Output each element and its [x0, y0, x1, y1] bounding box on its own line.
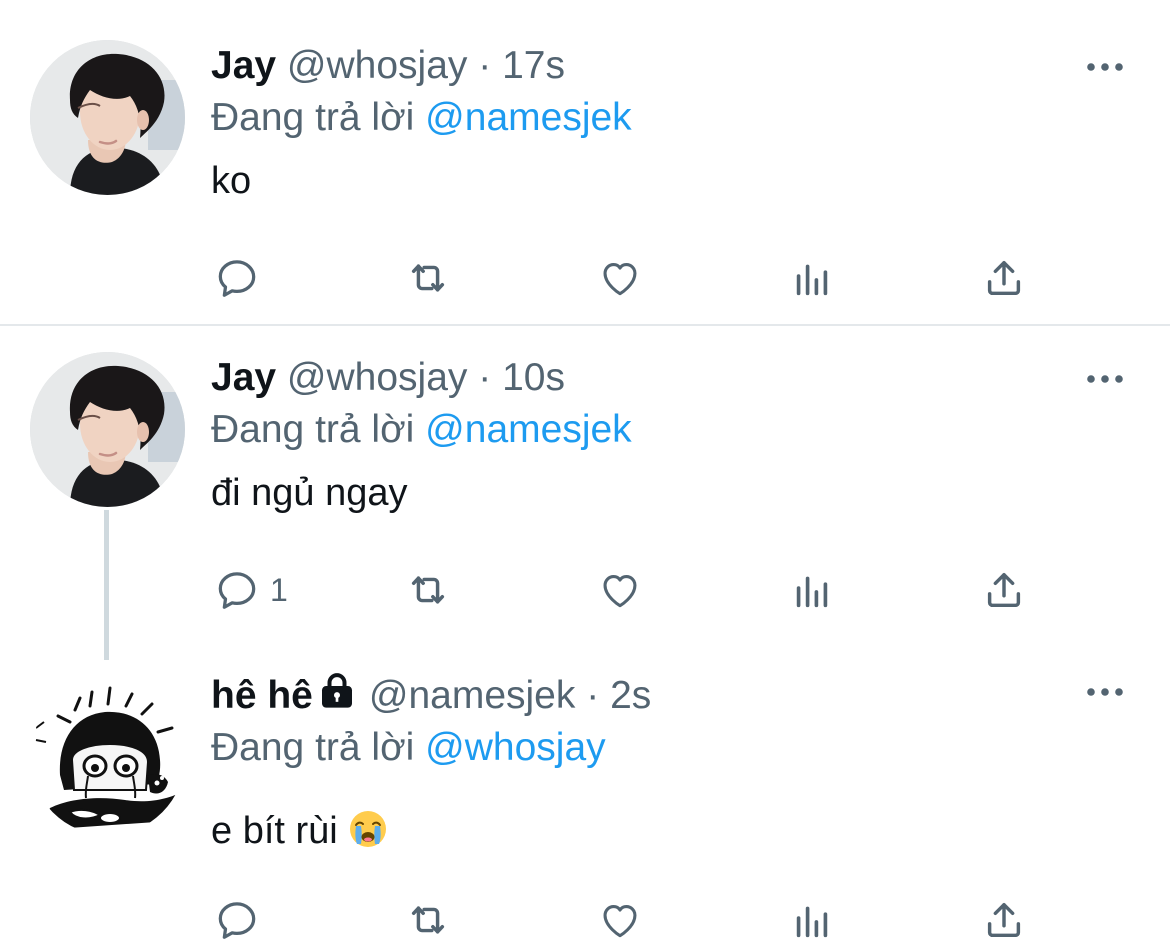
lock-icon — [317, 671, 357, 711]
avatar[interactable] — [30, 680, 185, 835]
like-button[interactable] — [597, 565, 643, 615]
share-upload-icon — [981, 897, 1027, 943]
like-button[interactable] — [597, 253, 643, 303]
tweet-text: e bít rùi — [211, 810, 338, 852]
loudly-crying-face-icon — [348, 809, 388, 849]
heart-icon — [597, 897, 643, 943]
tweet-text-row: e bít rùi — [211, 806, 1130, 856]
reply-to-link[interactable]: @namesjek — [425, 408, 632, 451]
manga-avatar-icon — [30, 680, 185, 835]
bar-chart-icon — [789, 255, 835, 301]
retweet-icon — [405, 897, 451, 943]
views-button[interactable] — [789, 253, 835, 303]
separator-dot: · — [478, 356, 492, 399]
separator-dot: · — [586, 674, 600, 717]
tweet-text: đi ngủ ngay — [211, 472, 408, 514]
reply-count: 1 — [270, 571, 288, 608]
tweet-header: Jay @whosjay · 10s — [211, 352, 1130, 404]
profile-photo-icon — [30, 352, 185, 507]
share-button[interactable] — [981, 253, 1027, 303]
tweet-text: ko — [211, 160, 252, 202]
tweet-2[interactable]: Jay @whosjay · 10s Đang trả lời @namesje… — [0, 328, 1170, 660]
tweet-actions — [0, 253, 1170, 303]
share-upload-icon — [981, 255, 1027, 301]
display-name[interactable]: hê hê — [211, 674, 313, 717]
display-name[interactable]: Jay — [211, 44, 276, 87]
reply-prefix: Đang trả lời — [211, 408, 415, 451]
user-handle[interactable]: @whosjay — [287, 44, 468, 87]
like-button[interactable] — [597, 895, 643, 945]
speech-bubble-icon — [214, 255, 260, 301]
speech-bubble-icon — [214, 567, 260, 613]
display-name[interactable]: Jay — [211, 356, 276, 399]
reply-button[interactable] — [214, 895, 270, 945]
avatar[interactable] — [30, 352, 185, 507]
reply-prefix: Đang trả lời — [211, 726, 415, 769]
separator-dot: · — [478, 44, 492, 87]
timestamp[interactable]: 17s — [502, 44, 565, 87]
tweet-1[interactable]: Jay @whosjay · 17s Đang trả lời @namesje… — [0, 0, 1170, 326]
heart-icon — [597, 567, 643, 613]
retweet-button[interactable] — [405, 565, 451, 615]
views-button[interactable] — [789, 565, 835, 615]
tweet-3[interactable]: hê hê @namesjek · 2s Đang trả lời @whosja… — [0, 660, 1170, 950]
bar-chart-icon — [789, 897, 835, 943]
share-button[interactable] — [981, 895, 1027, 945]
replying-to: Đang trả lời @whosjay — [211, 722, 1130, 774]
profile-photo-icon — [30, 40, 185, 195]
tweet-header: hê hê @namesjek · 2s — [211, 670, 1130, 722]
tweet-divider — [0, 324, 1170, 326]
reply-button[interactable] — [214, 253, 270, 303]
retweet-button[interactable] — [405, 895, 451, 945]
share-button[interactable] — [981, 565, 1027, 615]
retweet-icon — [405, 255, 451, 301]
reply-to-link[interactable]: @whosjay — [425, 726, 606, 769]
tweet-actions — [0, 895, 1170, 945]
reply-to-link[interactable]: @namesjek — [425, 96, 632, 139]
retweet-button[interactable] — [405, 253, 451, 303]
reply-button[interactable]: 1 — [214, 565, 288, 615]
user-handle[interactable]: @namesjek — [369, 674, 576, 717]
timestamp[interactable]: 2s — [610, 674, 651, 717]
replying-to: Đang trả lời @namesjek — [211, 404, 1130, 456]
retweet-icon — [405, 567, 451, 613]
tweet-header: Jay @whosjay · 17s — [211, 40, 1130, 92]
user-handle[interactable]: @whosjay — [287, 356, 468, 399]
views-button[interactable] — [789, 895, 835, 945]
avatar[interactable] — [30, 40, 185, 195]
timestamp[interactable]: 10s — [502, 356, 565, 399]
heart-icon — [597, 255, 643, 301]
replying-to: Đang trả lời @namesjek — [211, 92, 1130, 144]
bar-chart-icon — [789, 567, 835, 613]
tweet-actions: 1 — [0, 565, 1170, 615]
speech-bubble-icon — [214, 897, 260, 943]
reply-prefix: Đang trả lời — [211, 96, 415, 139]
share-upload-icon — [981, 567, 1027, 613]
